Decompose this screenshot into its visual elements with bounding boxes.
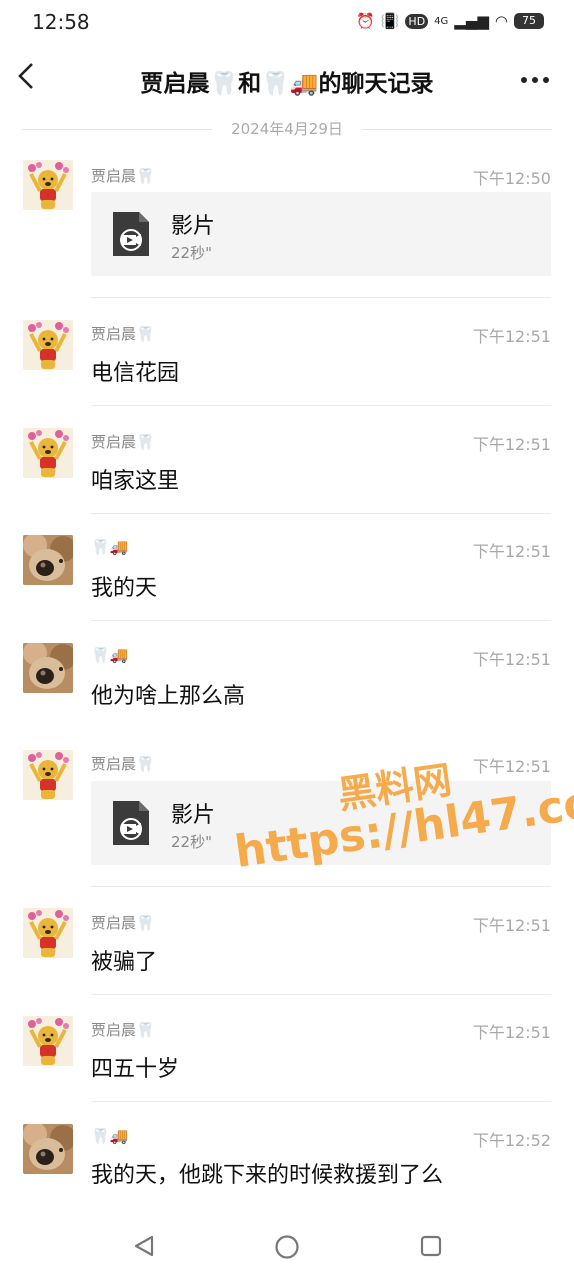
message-text: 被骗了 <box>91 950 158 975</box>
divider-right <box>362 129 552 130</box>
vibrate-icon: 📳 <box>380 12 400 30</box>
date-separator: 2024年4月29日 <box>22 118 552 142</box>
sender-name: 贾启晨🦷 <box>91 433 155 451</box>
sender-name: 贾启晨🦷 <box>91 1021 155 1039</box>
video-duration: 22秒" <box>171 244 212 262</box>
message-text: 四五十岁 <box>91 1057 180 1082</box>
message-time: 下午12:51 <box>472 916 551 935</box>
more-dots-icon[interactable] <box>520 58 550 105</box>
sender-name: 🦷🚚 <box>91 538 129 556</box>
sender-name: 贾启晨🦷 <box>91 325 155 343</box>
avatar[interactable] <box>23 428 73 478</box>
video-duration: 22秒" <box>171 833 212 851</box>
page-title: 贾启晨🦷和🦷🚚的聊天记录 <box>140 71 434 97</box>
status-bar: 12:58 ⏰ 📳 HD 4G ▂▄▆ ◠ 75 <box>0 0 574 44</box>
message-time: 下午12:50 <box>472 169 551 188</box>
avatar[interactable] <box>23 750 73 800</box>
sender-name: 贾启晨🦷 <box>91 914 155 932</box>
network-label: 4G <box>434 15 449 27</box>
message-time: 下午12:51 <box>472 650 551 669</box>
message-divider <box>91 405 551 406</box>
message-text: 我的天 <box>91 576 158 601</box>
sender-name: 贾启晨🦷 <box>91 167 155 185</box>
message-time: 下午12:51 <box>472 542 551 561</box>
battery-icon: 75 <box>514 13 544 29</box>
video-file-icon <box>111 210 151 262</box>
status-time: 12:58 <box>32 10 90 34</box>
message-time: 下午12:51 <box>472 757 551 776</box>
nav-home-icon[interactable] <box>274 1234 300 1264</box>
avatar[interactable] <box>23 535 73 585</box>
message-time: 下午12:52 <box>472 1131 551 1150</box>
message-text: 他为啥上那么高 <box>91 684 246 709</box>
avatar[interactable] <box>23 908 73 958</box>
video-message[interactable]: 影片 22秒" <box>91 781 551 865</box>
nav-recents-icon[interactable] <box>419 1234 443 1262</box>
signal-icon: ▂▄▆ <box>454 12 489 30</box>
avatar[interactable] <box>23 1124 73 1174</box>
title-bar: 贾启晨🦷和🦷🚚的聊天记录 <box>0 50 574 110</box>
hd-icon: HD <box>405 13 429 29</box>
avatar[interactable] <box>23 160 73 210</box>
message-text: 咱家这里 <box>91 469 180 494</box>
system-nav-bar <box>0 1212 574 1280</box>
message-time: 下午12:51 <box>472 435 551 454</box>
video-title: 影片 <box>171 803 216 828</box>
status-icons: ⏰ 📳 HD 4G ▂▄▆ ◠ 75 <box>356 12 544 30</box>
message-divider <box>91 513 551 514</box>
video-file-icon <box>111 799 151 851</box>
message-divider <box>91 886 551 887</box>
message-divider <box>91 297 551 298</box>
sender-name: 🦷🚚 <box>91 646 129 664</box>
nav-back-icon[interactable] <box>132 1234 156 1262</box>
message-time: 下午12:51 <box>472 327 551 346</box>
message-divider <box>91 994 551 995</box>
video-title: 影片 <box>171 214 216 239</box>
video-message[interactable]: 影片 22秒" <box>91 192 551 276</box>
avatar[interactable] <box>23 320 73 370</box>
avatar[interactable] <box>23 1016 73 1066</box>
sender-name: 贾启晨🦷 <box>91 755 155 773</box>
message-text: 电信花园 <box>91 361 180 386</box>
message-time: 下午12:51 <box>472 1023 551 1042</box>
message-divider <box>91 620 551 621</box>
avatar[interactable] <box>23 643 73 693</box>
message-divider <box>91 1101 551 1102</box>
alarm-icon: ⏰ <box>356 12 375 30</box>
message-text: 我的天，他跳下来的时候救援到了么 <box>91 1163 444 1188</box>
wifi-icon: ◠ <box>494 12 508 30</box>
sender-name: 🦷🚚 <box>91 1127 129 1145</box>
